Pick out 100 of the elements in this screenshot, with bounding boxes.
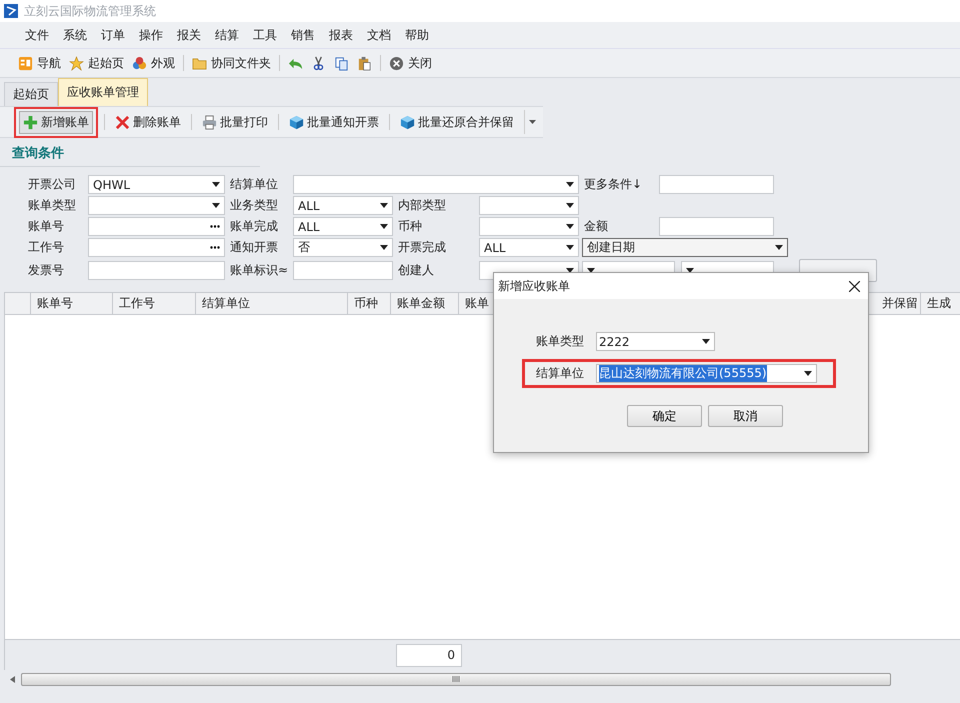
scroll-left-icon[interactable] [10,676,15,682]
color-balls-icon [132,56,147,70]
dropdown-arrow-icon[interactable] [566,245,574,250]
field-label: 账单类型 [28,197,77,214]
cube-icon [400,114,415,130]
ellipsis-icon[interactable] [210,225,220,228]
input-field[interactable] [88,261,225,280]
total-field: 0 [396,644,462,666]
dropdown-arrow-icon[interactable] [212,203,220,208]
dropdown-arrow-icon[interactable] [566,203,574,208]
menu-item[interactable]: 工具 [246,26,284,44]
toolbar-button[interactable]: 新增账单 [19,110,93,134]
close-icon[interactable] [849,280,860,292]
toolbar-button[interactable]: 导航 [18,54,61,72]
column-header[interactable]: 账单号 [31,293,113,314]
menu-item[interactable]: 结算 [208,26,246,44]
menu-item[interactable]: 帮助 [398,26,436,44]
dropdown-field[interactable]: ALL [479,238,579,257]
field-label: 工作号 [28,239,65,256]
dropdown-field[interactable] [293,175,579,194]
dropdown-field[interactable]: QHWL [88,175,225,194]
overflow-button[interactable] [524,110,539,134]
column-header[interactable]: 账单金额 [391,293,459,314]
tab[interactable]: 起始页 [4,82,58,106]
dropdown-arrow-icon[interactable] [566,268,574,273]
input-field[interactable] [293,261,393,280]
field-label: 币种 [398,218,423,235]
scrollbar-thumb[interactable] [21,672,891,686]
toolbar-button[interactable]: 批量打印 [198,110,272,134]
toolbar-button[interactable]: 关闭 [389,54,432,72]
folder-icon [192,56,207,70]
dropdown-arrow-icon[interactable] [566,224,574,229]
field-label: 发票号 [28,262,65,279]
menu-item[interactable]: 系统 [56,26,94,44]
column-header[interactable]: 工作号 [113,293,196,314]
dropdown-field[interactable]: 否 [293,238,393,257]
field-label: 结算单位 [536,365,584,382]
column-header[interactable]: 结算单位 [196,293,348,314]
dropdown-field[interactable]: 昆山达刻物流有限公司(55555) [596,364,817,383]
dialog-title: 新增应收账单 [498,278,570,294]
app-logo-icon [4,4,18,18]
toolbar-button[interactable]: 批量还原合并保留 [396,110,518,134]
dropdown-field[interactable]: ALL [293,217,393,236]
field-label: 账单完成 [230,218,279,235]
dialog-button[interactable]: 确定 [627,405,702,427]
dropdown-arrow-icon[interactable] [686,268,694,273]
dropdown-arrow-icon[interactable] [380,224,388,229]
dropdown-arrow-icon[interactable] [702,339,710,344]
field-label: 结算单位 [230,176,279,193]
field-label: 开票公司 [28,176,77,193]
copy-icon[interactable] [334,56,349,70]
dropdown-field[interactable] [479,217,579,236]
lookup-field[interactable] [88,217,225,236]
printer-icon [202,114,217,130]
cube-icon [289,114,304,130]
dropdown-arrow-icon[interactable] [775,245,783,250]
field-label: 账单标识≈ [230,262,288,279]
dropdown-arrow-icon[interactable] [566,182,574,187]
menu-item[interactable]: 订单 [94,26,132,44]
dropdown-arrow-icon[interactable] [587,268,595,273]
lookup-field[interactable] [88,238,225,257]
field-label: 账单号 [28,218,65,235]
menu-item[interactable]: 操作 [132,26,170,44]
field-label: 金额 [584,218,609,235]
clipboard-icon[interactable] [357,56,372,70]
dropdown-field[interactable]: 2222 [596,332,715,351]
field-label: 更多条件↓ [584,176,644,193]
window-title: 立刻云国际物流管理系统 [24,2,156,20]
menu-item[interactable]: 报关 [170,26,208,44]
menu-item[interactable]: 报表 [322,26,360,44]
toolbar-button[interactable]: 协同文件夹 [192,54,271,72]
dropdown-field[interactable] [479,196,579,215]
field-label: 内部类型 [398,197,447,214]
menu-item[interactable]: 销售 [284,26,322,44]
dialog-button[interactable]: 取消 [708,405,783,427]
menu-item[interactable]: 文档 [360,26,398,44]
plus-icon [23,114,38,130]
column-header[interactable]: 币种 [348,293,391,314]
tab[interactable]: 应收账单管理 [58,78,148,106]
field-label: 业务类型 [230,197,279,214]
dropdown-field[interactable] [88,196,225,215]
dropdown-field[interactable]: 创建日期 [582,238,788,257]
toolbar-button[interactable]: 删除账单 [111,110,185,134]
section-title: 查询条件 [11,145,65,162]
toolbar-button[interactable]: 外观 [132,54,175,72]
field-label: 开票完成 [398,239,447,256]
input-field[interactable] [659,217,774,236]
dropdown-arrow-icon[interactable] [804,371,812,376]
ellipsis-icon[interactable] [210,246,220,249]
toolbar-button[interactable]: 起始页 [69,54,124,72]
toolbar-button[interactable]: 批量通知开票 [285,110,383,134]
column-header[interactable]: 生成 [921,293,960,314]
input-field[interactable] [659,175,774,194]
dropdown-arrow-icon[interactable] [212,182,220,187]
dropdown-arrow-icon[interactable] [528,120,536,124]
dropdown-arrow-icon[interactable] [380,245,388,250]
menu-item[interactable]: 文件 [18,26,56,44]
scissors-icon[interactable] [311,56,326,70]
dropdown-field[interactable]: ALL [293,196,393,215]
dropdown-arrow-icon[interactable] [380,203,388,208]
